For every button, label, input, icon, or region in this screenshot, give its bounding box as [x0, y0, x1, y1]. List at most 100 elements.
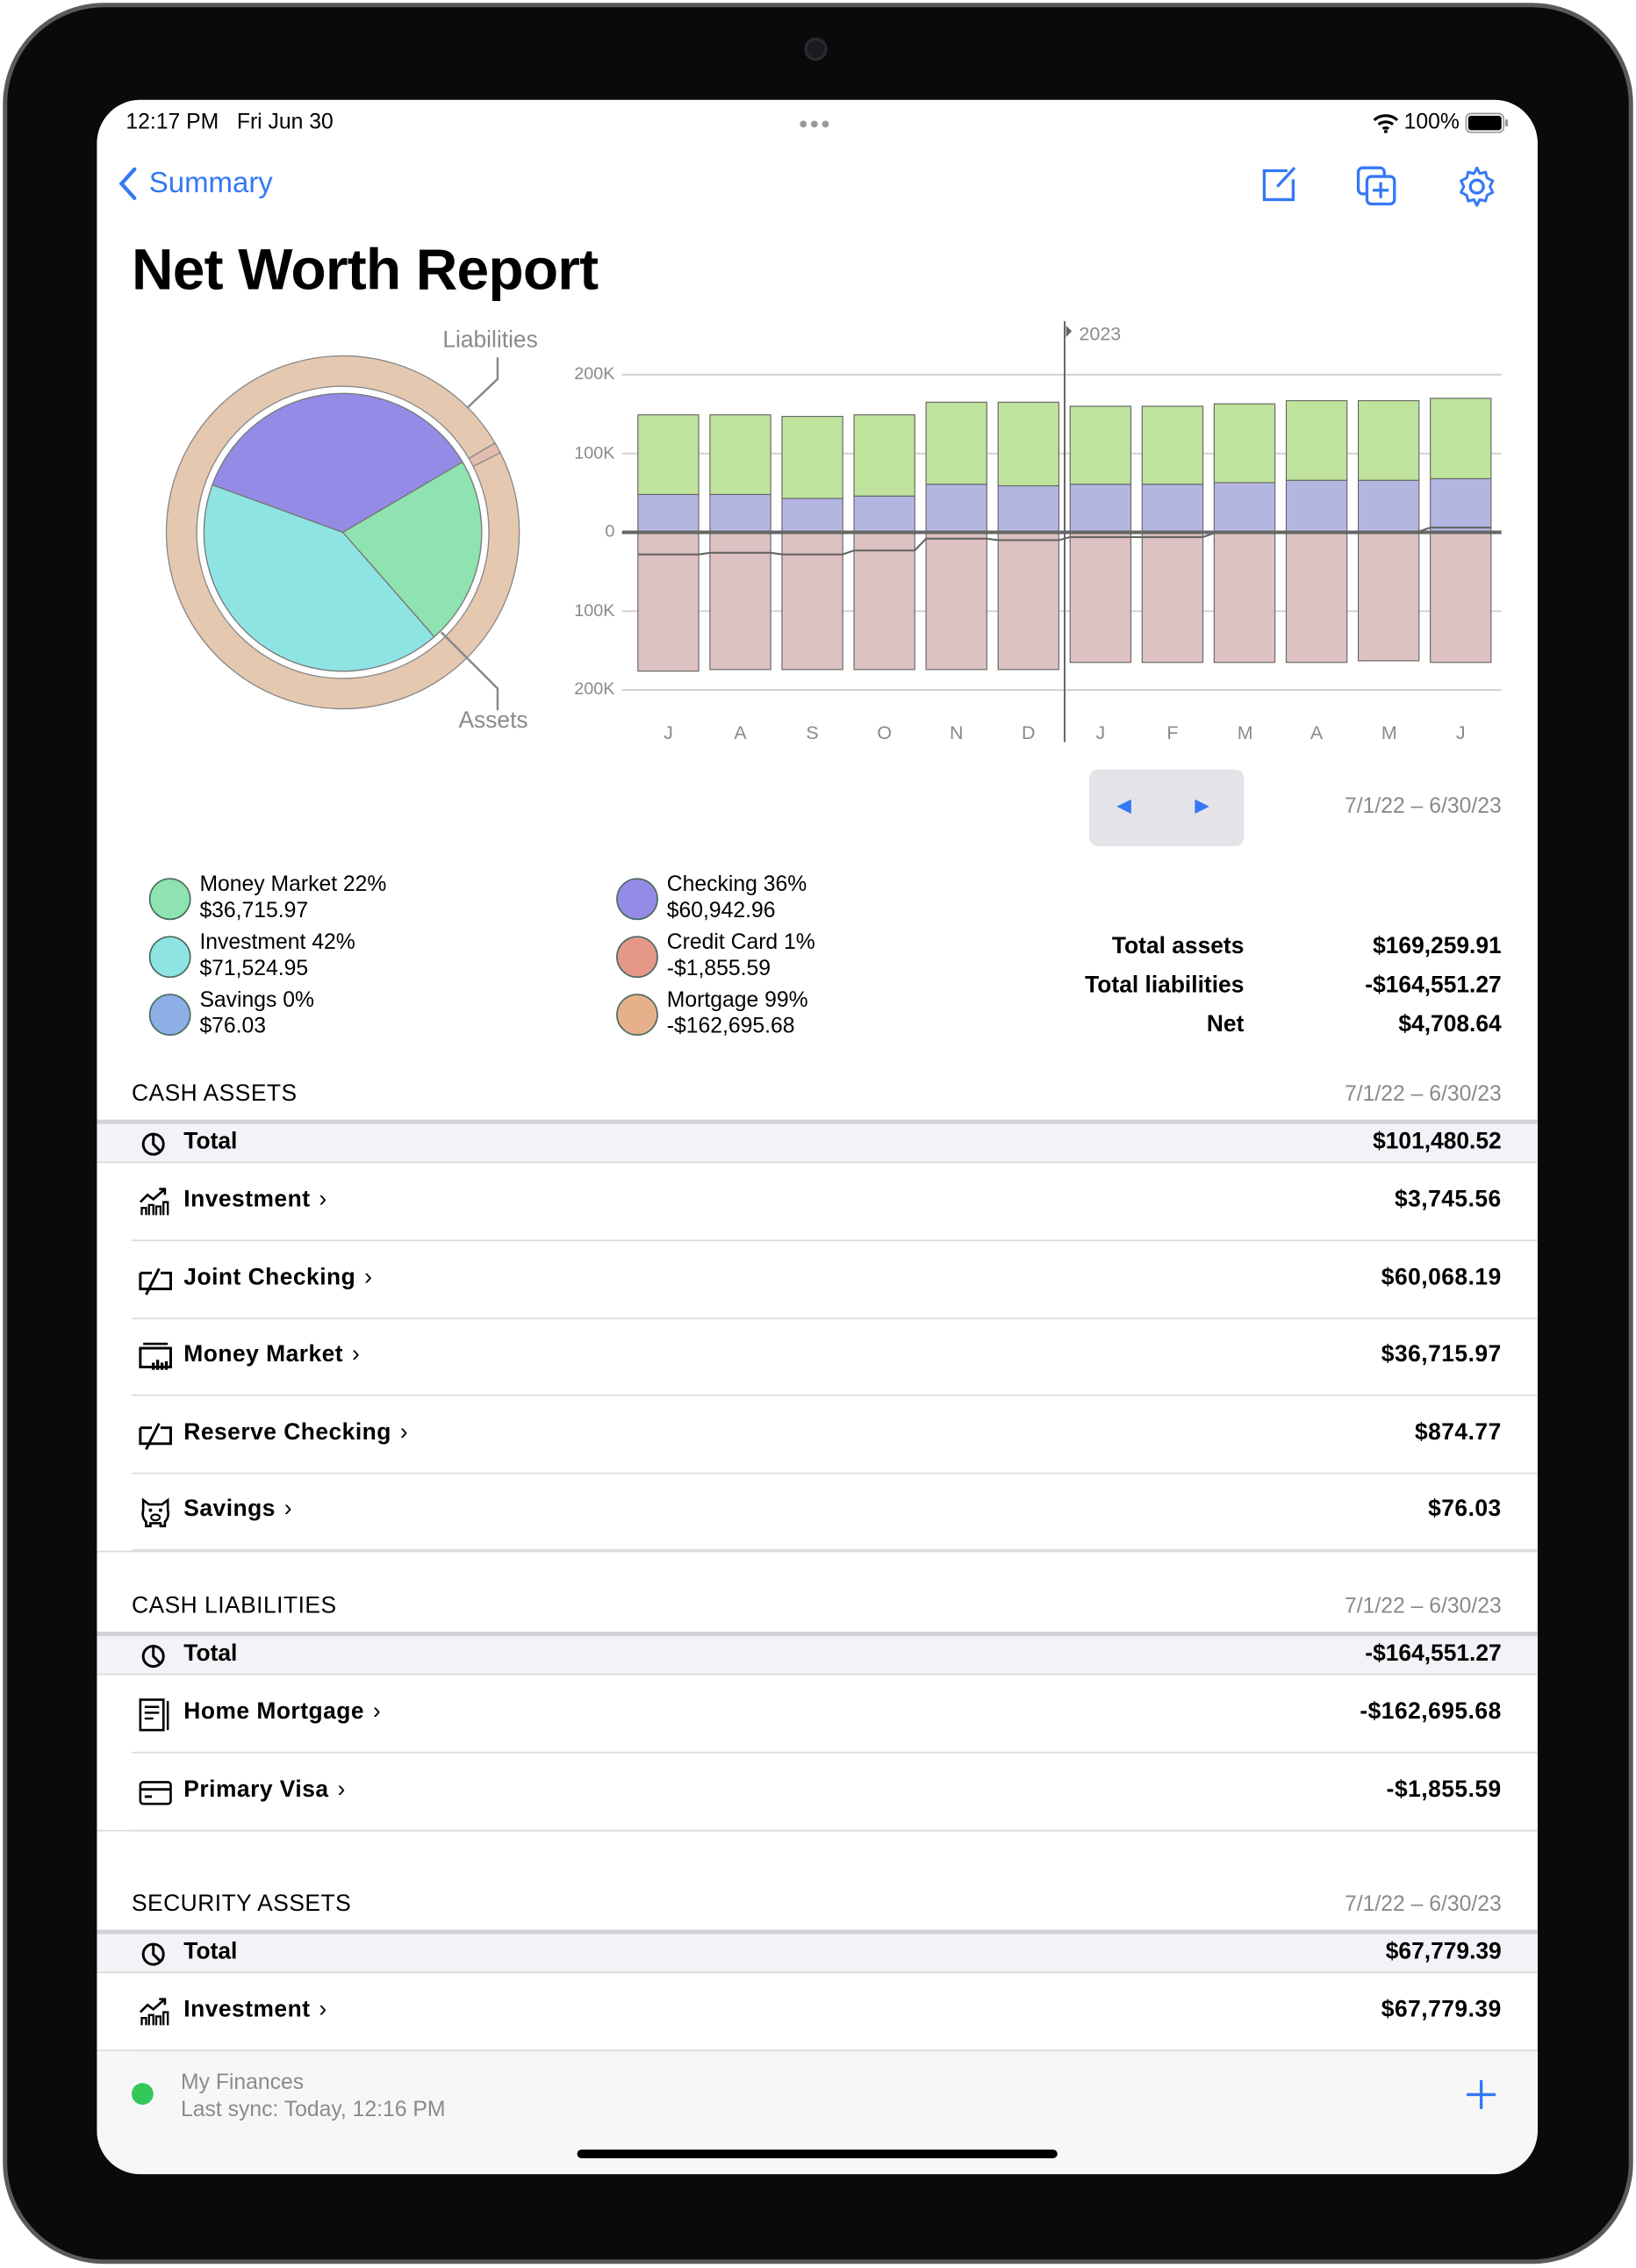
bar-segment: [781, 415, 843, 499]
legend-value: $60,942.96: [666, 898, 776, 923]
section-total-row[interactable]: Total $101,480.52: [97, 1119, 1538, 1164]
chart-up-icon: [139, 1998, 169, 2026]
net-label: Net: [1206, 1012, 1245, 1037]
pie-label-assets: Assets: [458, 708, 528, 734]
x-tick-label: J: [1095, 721, 1106, 744]
account-value: -$162,695.68: [1360, 1699, 1502, 1725]
section-header-security-assets: SECURITY ASSETS: [131, 1891, 352, 1917]
year-marker-label: 2023: [1079, 322, 1122, 345]
bar-segment: [1430, 398, 1492, 479]
total-assets-label: Total assets: [1111, 934, 1245, 959]
section-period: 7/1/22 – 6/30/23: [1345, 1891, 1502, 1917]
legend-item: Mortgage 99% -$162,695.68: [616, 988, 808, 1040]
total-liabilities-label: Total liabilities: [1085, 973, 1245, 999]
account-row[interactable]: Reserve Checking › $874.77: [131, 1396, 1538, 1474]
total-label: Total: [183, 1940, 238, 1965]
x-tick-label: J: [1455, 721, 1466, 744]
account-row[interactable]: Home Mortgage › -$162,695.68: [131, 1676, 1538, 1754]
bar-segment-liabilities: [925, 531, 987, 671]
bar-segment-liabilities: [853, 531, 915, 671]
legend-swatch: [148, 878, 191, 921]
x-tick-label: M: [1381, 721, 1397, 744]
home-indicator[interactable]: [577, 2150, 1058, 2158]
account-value: $76.03: [1428, 1496, 1502, 1522]
section-total-row[interactable]: Total $67,779.39: [97, 1929, 1538, 1974]
bar-segment-liabilities: [781, 531, 843, 671]
legend-item: Money Market 22% $36,715.97: [148, 872, 386, 924]
account-row[interactable]: Money Market › $36,715.97: [131, 1319, 1538, 1396]
bar-segment: [925, 401, 987, 485]
x-tick-label: D: [1022, 721, 1036, 744]
legend-item: Savings 0% $76.03: [148, 988, 314, 1040]
money-market-icon: [139, 1342, 172, 1370]
add-icon[interactable]: [1464, 2078, 1499, 2113]
bar-segment: [709, 493, 771, 534]
legend-item: Credit Card 1% -$1,855.59: [616, 930, 815, 982]
x-tick-label: F: [1166, 721, 1179, 744]
bar-segment: [637, 493, 700, 534]
bar-segment-liabilities: [1069, 531, 1132, 664]
legend-swatch: [616, 936, 658, 979]
account-name: Investment: [183, 1998, 311, 2023]
chart-up-icon: [139, 1188, 169, 1216]
account-name: Savings: [183, 1496, 276, 1522]
mortgage-document-icon: [139, 1698, 169, 1732]
y-tick-label: 100K: [574, 599, 615, 621]
account-name: Home Mortgage: [183, 1699, 365, 1725]
chevron-right-icon: ›: [364, 1265, 373, 1290]
legend-value: -$1,855.59: [666, 956, 771, 981]
x-tick-label: A: [1310, 721, 1324, 744]
bar-segment: [1069, 484, 1132, 534]
section-total-row[interactable]: Total -$164,551.27: [97, 1632, 1538, 1676]
bar-segment: [997, 484, 1059, 534]
camera: [804, 37, 828, 61]
account-row[interactable]: Savings › $76.03: [131, 1474, 1538, 1551]
x-tick-label: A: [734, 721, 747, 744]
x-tick-label: N: [949, 721, 964, 744]
legend-swatch: [148, 994, 191, 1037]
bar-segment: [853, 414, 915, 497]
bar-segment-liabilities: [1213, 531, 1276, 664]
section-divider: [97, 1549, 1538, 1552]
bar-segment-liabilities: [1285, 531, 1348, 664]
legend-value: -$162,695.68: [666, 1014, 795, 1039]
section-period: 7/1/22 – 6/30/23: [1345, 1594, 1502, 1619]
account-row[interactable]: Joint Checking › $60,068.19: [131, 1242, 1538, 1319]
bar-segment: [1285, 479, 1348, 534]
net-value: $4,708.64: [1398, 1012, 1502, 1037]
x-tick-label: S: [806, 721, 819, 744]
account-row[interactable]: Investment › $67,779.39: [131, 1975, 1538, 2052]
period-navigator: ◀ ▶: [1089, 769, 1245, 847]
account-row[interactable]: Primary Visa › -$1,855.59: [131, 1754, 1538, 1831]
y-tick-label: 200K: [574, 362, 615, 384]
y-tick-label: 0: [605, 520, 615, 542]
bar-segment-liabilities: [1430, 531, 1492, 664]
bar-segment: [1213, 403, 1276, 484]
x-tick-label: M: [1237, 721, 1253, 744]
account-value: $60,068.19: [1381, 1265, 1502, 1290]
account-name: Joint Checking: [183, 1265, 356, 1290]
legend-swatch: [616, 994, 658, 1037]
account-value: $874.77: [1414, 1419, 1502, 1445]
checkbook-icon: [139, 1267, 172, 1295]
bar-segment: [637, 414, 700, 495]
screen: 12:17 PM Fri Jun 30 ●●● 100% Summary Net…: [97, 99, 1538, 2175]
bar-segment: [709, 414, 771, 495]
next-period-button[interactable]: ▶: [1195, 794, 1209, 817]
account-row[interactable]: Investment › $3,745.56: [131, 1165, 1538, 1242]
bar-segment-liabilities: [1357, 531, 1420, 662]
bar-segment: [853, 495, 915, 534]
account-name: My Finances: [181, 2070, 305, 2095]
x-tick-label: O: [877, 721, 893, 744]
bar-segment-liabilities: [637, 531, 700, 672]
bar-segment: [1141, 406, 1204, 485]
last-sync: Last sync: Today, 12:16 PM: [181, 2097, 446, 2122]
previous-period-button[interactable]: ◀: [1116, 794, 1130, 817]
sync-info: My Finances Last sync: Today, 12:16 PM: [181, 2069, 445, 2124]
account-name: Reserve Checking: [183, 1419, 391, 1445]
legend-label: Credit Card 1%: [666, 929, 815, 955]
legend-value: $36,715.97: [199, 898, 309, 923]
bar-segment: [1357, 479, 1420, 534]
bar-segment: [997, 401, 1059, 487]
legend-swatch: [616, 878, 658, 921]
